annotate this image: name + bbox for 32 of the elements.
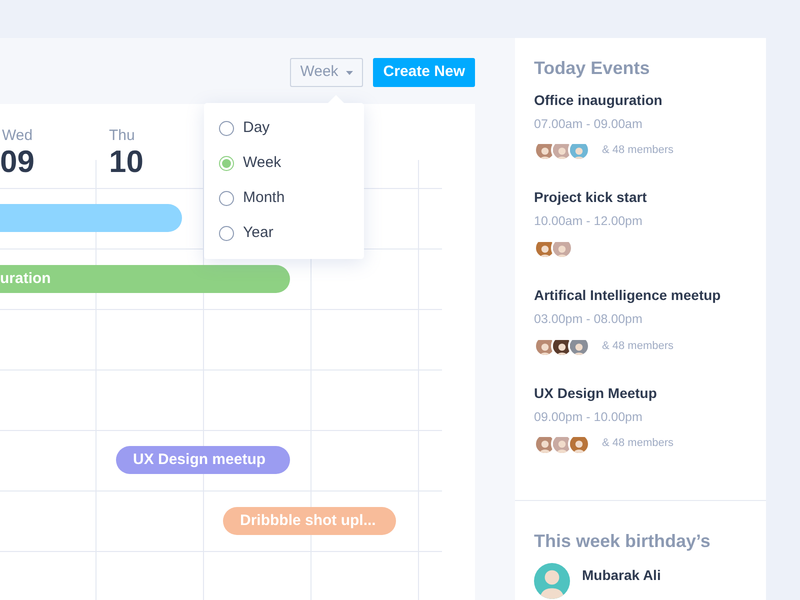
view-dropdown[interactable]: Week <box>290 58 364 87</box>
weekday-label: Thu <box>109 128 135 144</box>
event-title: Office inauguration <box>534 90 664 110</box>
event-title: Project kick start <box>534 188 648 208</box>
person-name: Mubarak Ali <box>582 566 661 585</box>
radio-button[interactable] <box>219 121 234 136</box>
members-count: & 48 members <box>602 436 674 452</box>
weekday-label: Wed <box>2 128 33 144</box>
event-time: 10.00am - 12.00pm <box>534 213 644 230</box>
radio-button[interactable] <box>219 191 234 206</box>
members-count: & 48 members <box>602 338 674 354</box>
date-number: 09 <box>0 144 34 179</box>
radio-button[interactable] <box>219 226 234 241</box>
view-option[interactable]: Year <box>204 216 364 251</box>
event-bar[interactable]: UX Design meetup <box>116 446 290 474</box>
event-title: Artifical Intelligence meetup <box>534 286 722 306</box>
view-option[interactable]: Month <box>204 181 364 216</box>
date-number: 10 <box>109 144 144 179</box>
view-option[interactable]: Week <box>204 146 364 181</box>
section-title: This week birthday’s <box>534 531 712 553</box>
event-bar[interactable]: uration <box>0 265 290 293</box>
create-new-button[interactable]: Create New <box>373 58 475 87</box>
event-time: 09.00pm - 10.00pm <box>534 408 644 426</box>
members-count: & 48 members <box>602 143 674 158</box>
radio-button[interactable] <box>219 156 234 171</box>
section-title: Today Events <box>534 58 651 80</box>
event-bar[interactable]: Dribbble shot upl... <box>223 507 396 535</box>
event-time: 07.00am - 09.00am <box>534 116 644 133</box>
caret-icon <box>346 70 354 74</box>
event-title: UX Design Meetup <box>534 384 658 403</box>
event-time: 03.00pm - 08.00pm <box>534 311 644 328</box>
view-option[interactable]: Day <box>204 111 364 146</box>
